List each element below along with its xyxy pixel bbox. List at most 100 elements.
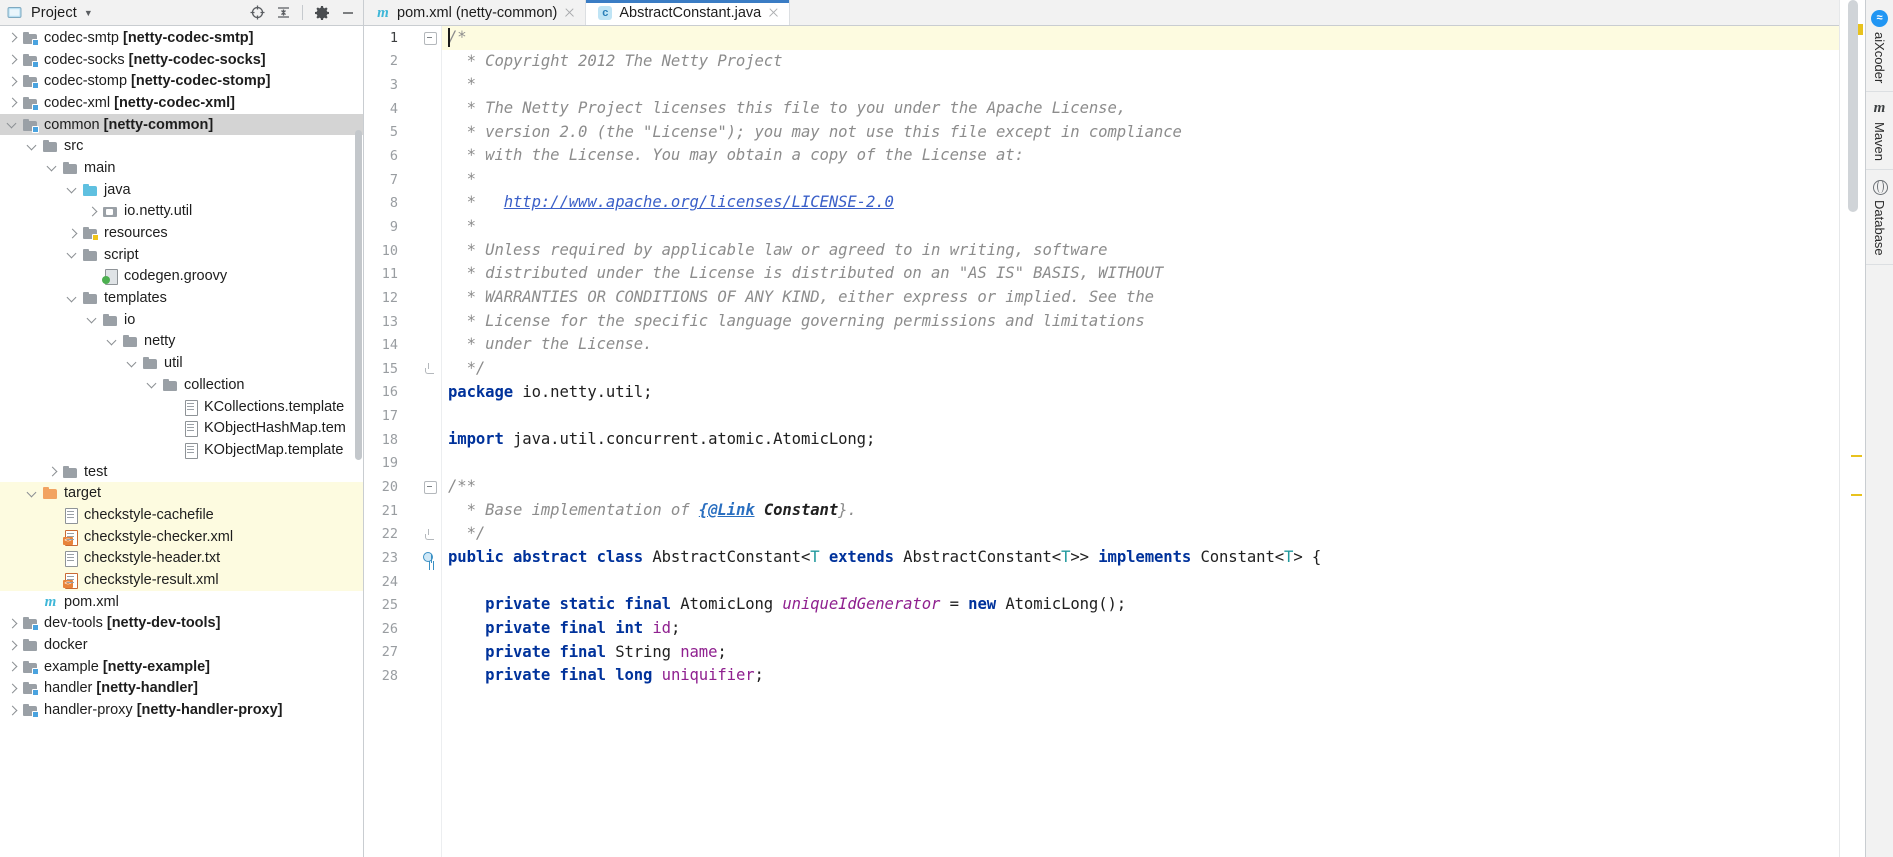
code-line[interactable]: * [442,73,1839,97]
editor-viewport[interactable]: 1 2 3 4 5 6 7 8 9 10 11 12 13 14 15 16 17 18 19 20 21 22 23 24 2… [364,26,1839,857]
code-line[interactable]: * Base implementation of {@Link Constant… [442,499,1839,523]
code-line[interactable]: */ [442,522,1839,546]
tree-row-target[interactable]: target [0,482,364,505]
code-line[interactable]: */ [442,357,1839,381]
fold-end-icon[interactable] [424,528,435,540]
tree-row-example[interactable]: example [netty-example] [0,656,364,678]
tree-open-arrow-icon[interactable] [106,335,119,348]
code-line[interactable]: * Unless required by applicable law or a… [442,239,1839,263]
tree-row-kobjectmap.template[interactable]: KObjectMap.template [0,439,364,461]
tree-open-arrow-icon[interactable] [66,183,79,196]
locate-icon[interactable] [247,3,267,23]
code-line[interactable]: import java.util.concurrent.atomic.Atomi… [442,428,1839,452]
tree-open-arrow-icon[interactable] [6,118,19,131]
project-tree-scrollbar[interactable] [355,130,362,460]
tree-closed-arrow-icon[interactable] [6,704,19,717]
code-line[interactable]: * http://www.apache.org/licenses/LICENSE… [442,191,1839,215]
project-tree[interactable]: codec-smtp [netty-codec-smtp] codec-socks… [0,26,364,857]
tree-row-checkstyle-header.txt[interactable]: checkstyle-header.txt [0,547,364,570]
tree-row-collection[interactable]: collection [0,374,364,396]
tree-row-netty[interactable]: netty [0,331,364,353]
code-line[interactable]: private final long uniquifier; [442,664,1839,688]
tree-row-docker[interactable]: docker [0,634,364,656]
hide-panel-icon[interactable] [338,3,358,23]
tree-closed-arrow-icon[interactable] [6,682,19,695]
code-line[interactable]: private static final AtomicLong uniqueId… [442,593,1839,617]
tree-closed-arrow-icon[interactable] [6,31,19,44]
inspection-mark-2[interactable] [1851,494,1862,496]
tree-closed-arrow-icon[interactable] [66,227,79,240]
tree-open-arrow-icon[interactable] [126,357,139,370]
editor-gutter[interactable]: 1 2 3 4 5 6 7 8 9 10 11 12 13 14 15 16 17 18 19 20 21 22 23 24 2… [364,26,442,857]
tree-row-common[interactable]: common [netty-common] [0,113,364,136]
fold-end-icon[interactable] [424,363,435,375]
close-tab-icon[interactable] [563,6,576,19]
tree-row-src[interactable]: src [0,135,364,157]
tree-row-main[interactable]: main [0,157,364,179]
tree-row-util[interactable]: util [0,352,364,374]
tree-open-arrow-icon[interactable] [86,313,99,326]
class-marker-slot[interactable] [420,546,438,570]
code-line[interactable]: * The Netty Project licenses this file t… [442,97,1839,121]
tree-row-dev-tools[interactable]: dev-tools [netty-dev-tools] [0,613,364,635]
tree-closed-arrow-icon[interactable] [6,617,19,630]
code-line[interactable] [442,570,1839,594]
tree-closed-arrow-icon[interactable] [86,205,99,218]
code-line[interactable]: * distributed under the License is distr… [442,262,1839,286]
tree-row-java[interactable]: java [0,179,364,201]
tree-open-arrow-icon[interactable] [146,378,159,391]
code-line[interactable]: * Copyright 2012 The Netty Project [442,50,1839,74]
code-line[interactable]: /* [442,26,1839,50]
chevron-down-icon[interactable]: ▼ [84,6,93,20]
right-tool-tab-aixcoder[interactable]: aiXcoder [1866,4,1893,93]
tree-closed-arrow-icon[interactable] [6,639,19,652]
tree-row-io.netty.util[interactable]: io.netty.util [0,201,364,223]
editor-tab-2[interactable]: AbstractConstant.java [586,0,791,25]
code-line[interactable]: * version 2.0 (the "License"); you may n… [442,121,1839,145]
implemented-interface-icon[interactable] [422,551,436,565]
right-tool-tab-database[interactable]: Database [1866,172,1893,265]
fold-marker-slot[interactable] [420,26,438,50]
tree-row-kobjecthashmap.tem[interactable]: KObjectHashMap.tem [0,417,364,439]
tree-row-pom.xml[interactable]: m pom.xml [0,591,364,613]
fold-marker-slot[interactable] [420,522,438,546]
right-tool-tab-maven[interactable]: m Maven [1866,94,1893,171]
tree-row-kcollections.template[interactable]: KCollections.template [0,396,364,418]
tree-row-codec-smtp[interactable]: codec-smtp [netty-codec-smtp] [0,27,364,49]
code-content[interactable]: /* * Copyright 2012 The Netty Project * … [442,26,1839,857]
tree-closed-arrow-icon[interactable] [6,75,19,88]
code-line[interactable]: * WARRANTIES OR CONDITIONS OF ANY KIND, … [442,286,1839,310]
tree-row-handler-proxy[interactable]: handler-proxy [netty-handler-proxy] [0,699,364,721]
tree-row-checkstyle-result.xml[interactable]: <> checkstyle-result.xml [0,569,364,591]
code-line[interactable]: /** [442,475,1839,499]
inspection-mark-1[interactable] [1851,455,1862,457]
editor-scrollbar-gutter[interactable] [1839,0,1865,857]
tree-row-codec-stomp[interactable]: codec-stomp [netty-codec-stomp] [0,70,364,92]
fold-marker-slot[interactable] [420,357,438,381]
tree-row-templates[interactable]: templates [0,287,364,309]
tree-open-arrow-icon[interactable] [66,248,79,261]
code-line[interactable]: private final int id; [442,617,1839,641]
code-line[interactable]: * [442,215,1839,239]
code-line[interactable]: public abstract class AbstractConstant<T… [442,546,1839,570]
settings-gear-icon[interactable] [312,3,332,23]
fold-collapse-icon[interactable] [423,32,437,46]
tree-closed-arrow-icon[interactable] [6,660,19,673]
tree-closed-arrow-icon[interactable] [6,53,19,66]
code-line[interactable] [442,404,1839,428]
code-line[interactable]: package io.netty.util; [442,381,1839,405]
code-line[interactable]: * under the License. [442,333,1839,357]
fold-marker-slot[interactable] [420,475,438,499]
editor-tab-1[interactable]: m pom.xml (netty-common) [364,0,587,25]
scrollbar-track[interactable] [1848,0,1858,857]
scrollbar-thumb[interactable] [1848,0,1858,212]
code-line[interactable]: private final String name; [442,641,1839,665]
tree-row-resources[interactable]: resources [0,222,364,244]
tree-row-codec-socks[interactable]: codec-socks [netty-codec-socks] [0,49,364,71]
collapse-all-icon[interactable] [273,3,293,23]
tree-row-handler[interactable]: handler [netty-handler] [0,678,364,700]
tree-open-arrow-icon[interactable] [26,487,39,500]
tree-row-checkstyle-cachefile[interactable]: checkstyle-cachefile [0,504,364,526]
code-line[interactable] [442,452,1839,476]
tree-row-test[interactable]: test [0,461,364,483]
